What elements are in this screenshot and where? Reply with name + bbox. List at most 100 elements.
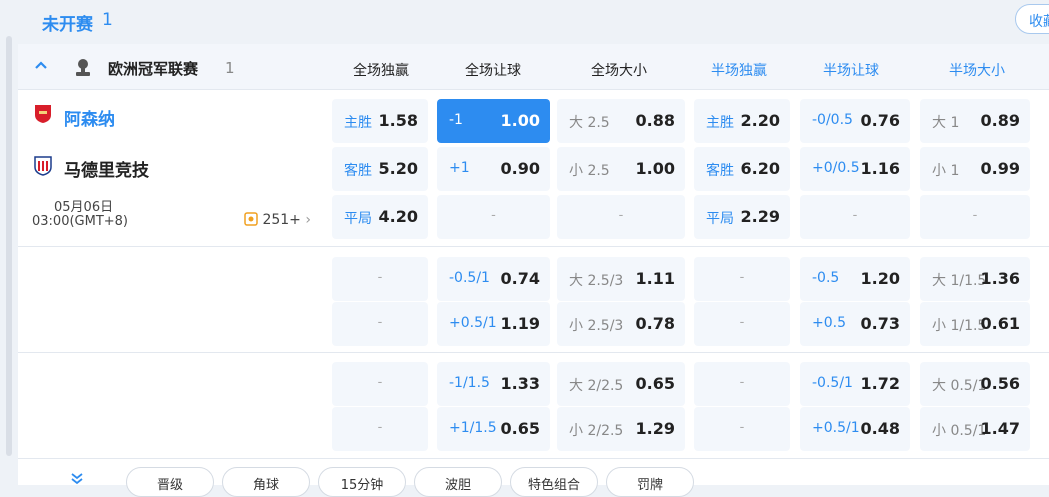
odds-cell-half-ou[interactable]: 小 1 0.99 xyxy=(920,147,1030,191)
col-half-ou: 半场大小 xyxy=(949,63,1005,79)
odds-cell-half-ou[interactable]: 大 1/1.5 1.36 xyxy=(920,257,1030,301)
odds-empty: - xyxy=(852,208,858,223)
double-chevron-down-icon[interactable] xyxy=(70,471,84,489)
odds-cell-full-handicap[interactable]: +0.5/1 1.19 xyxy=(437,302,550,346)
odds-label: 客胜 xyxy=(706,163,734,179)
odds-cell-full-handicap[interactable]: -1 1.00 xyxy=(437,99,550,143)
market-tab[interactable]: 特色组合 xyxy=(510,467,598,497)
odds-empty: - xyxy=(739,270,745,285)
market-tab[interactable]: 15分钟 xyxy=(318,467,406,497)
collect-button[interactable]: 收藏 xyxy=(1015,4,1049,34)
odds-cell-half-1x2: - xyxy=(694,407,790,451)
odds-cell-half-handicap[interactable]: +0/0.5 1.16 xyxy=(800,147,910,191)
odds-cell-half-ou[interactable]: 大 1 0.89 xyxy=(920,99,1030,143)
odds-value: 1.20 xyxy=(860,269,900,288)
market-tab[interactable]: 罚牌 xyxy=(606,467,694,497)
odds-cell-half-handicap[interactable]: +0.5 0.73 xyxy=(800,302,910,346)
odds-cell-half-handicap[interactable]: -0.5/1 1.72 xyxy=(800,362,910,406)
section-count: 1 xyxy=(102,10,113,30)
odds-cell-half-1x2[interactable]: 主胜 2.20 xyxy=(694,99,790,143)
odds-cell-full-ou[interactable]: 小 2.5 1.00 xyxy=(557,147,685,191)
odds-value: 1.00 xyxy=(635,159,675,178)
odds-cell-full-ou[interactable]: 大 2.5/3 1.11 xyxy=(557,257,685,301)
odds-cell-full-handicap[interactable]: +1/1.5 0.65 xyxy=(437,407,550,451)
odds-value: 1.33 xyxy=(500,374,540,393)
col-full-ou: 全场大小 xyxy=(591,63,647,79)
odds-value: 1.29 xyxy=(635,419,675,438)
section-header: 未开赛 1 收藏 xyxy=(0,0,1049,44)
odds-label: 小 2.5 xyxy=(569,163,610,179)
odds-cell-half-ou[interactable]: 小 0.5/1 1.47 xyxy=(920,407,1030,451)
odds-label: 小 1/1.5 xyxy=(932,318,987,334)
odds-empty: - xyxy=(377,315,383,330)
odds-value: 0.99 xyxy=(980,159,1020,178)
odds-empty: - xyxy=(618,208,624,223)
odds-label: 大 2/2.5 xyxy=(569,378,624,394)
odds-empty: - xyxy=(972,208,978,223)
odds-cell-full-ou: - xyxy=(557,195,685,239)
market-tab[interactable]: 晋级 xyxy=(126,467,214,497)
odds-cell-half-handicap[interactable]: -0/0.5 0.76 xyxy=(800,99,910,143)
odds-value: 0.78 xyxy=(635,314,675,333)
odds-label: 小 0.5/1 xyxy=(932,423,987,439)
odds-value: 0.90 xyxy=(500,159,540,178)
home-team[interactable]: 阿森纳 xyxy=(64,105,115,130)
odds-value: 0.76 xyxy=(860,111,900,130)
odds-cell-half-handicap[interactable]: -0.5 1.20 xyxy=(800,257,910,301)
away-team[interactable]: 马德里竞技 xyxy=(64,156,149,181)
scrollbar[interactable] xyxy=(6,36,12,456)
chevron-up-icon[interactable] xyxy=(34,58,48,72)
odds-value: 1.36 xyxy=(980,269,1020,288)
market-tab[interactable]: 角球 xyxy=(222,467,310,497)
odds-cell-full-1x2[interactable]: 主胜 1.58 xyxy=(332,99,428,143)
odds-label: 小 1 xyxy=(932,163,960,179)
odds-label: +0/0.5 xyxy=(812,160,860,176)
more-markets-count: 251+ xyxy=(262,212,301,228)
odds-cell-full-1x2[interactable]: 平局 4.20 xyxy=(332,195,428,239)
odds-cell-full-ou[interactable]: 大 2/2.5 0.65 xyxy=(557,362,685,406)
odds-label: 大 2.5 xyxy=(569,115,610,131)
odds-empty: - xyxy=(377,270,383,285)
odds-cell-half-1x2[interactable]: 平局 2.29 xyxy=(694,195,790,239)
odds-cell-full-handicap[interactable]: -1/1.5 1.33 xyxy=(437,362,550,406)
odds-cell-half-handicap[interactable]: +0.5/1 0.48 xyxy=(800,407,910,451)
odds-label: -0.5/1 xyxy=(812,375,853,391)
odds-cell-full-1x2: - xyxy=(332,362,428,406)
odds-cell-half-1x2[interactable]: 客胜 6.20 xyxy=(694,147,790,191)
league-name[interactable]: 欧洲冠军联赛 xyxy=(108,58,198,79)
more-markets-link[interactable]: 251+ › xyxy=(244,212,311,228)
odds-value: 4.20 xyxy=(378,207,418,226)
odds-label: -0.5/1 xyxy=(449,270,490,286)
odds-label: 大 1 xyxy=(932,115,960,131)
odds-cell-full-ou[interactable]: 大 2.5 0.88 xyxy=(557,99,685,143)
odds-label: 大 2.5/3 xyxy=(569,273,624,289)
match-date: 05月06日 xyxy=(54,200,114,215)
odds-value: 0.65 xyxy=(500,419,540,438)
odds-value: 1.19 xyxy=(500,314,540,333)
league-count: 1 xyxy=(225,59,235,77)
odds-value: 0.89 xyxy=(980,111,1020,130)
odds-label: 小 2/2.5 xyxy=(569,423,624,439)
odds-label: 平局 xyxy=(344,211,372,227)
odds-value: 0.56 xyxy=(980,374,1020,393)
odds-cell-full-handicap[interactable]: +1 0.90 xyxy=(437,147,550,191)
odds-label: +1/1.5 xyxy=(449,420,497,436)
odds-cell-full-ou[interactable]: 小 2/2.5 1.29 xyxy=(557,407,685,451)
market-tab[interactable]: 波胆 xyxy=(414,467,502,497)
odds-cell-full-1x2[interactable]: 客胜 5.20 xyxy=(332,147,428,191)
odds-value: 5.20 xyxy=(378,159,418,178)
odds-value: 0.65 xyxy=(635,374,675,393)
odds-value: 0.74 xyxy=(500,269,540,288)
odds-cell-half-1x2: - xyxy=(694,257,790,301)
odds-value: 1.11 xyxy=(635,269,675,288)
odds-label: +0.5 xyxy=(812,315,846,331)
odds-label: +1 xyxy=(449,160,470,176)
col-half-handicap: 半场让球 xyxy=(823,63,879,79)
odds-empty: - xyxy=(739,420,745,435)
odds-cell-half-ou[interactable]: 大 0.5/1 0.56 xyxy=(920,362,1030,406)
odds-label: 主胜 xyxy=(706,115,734,131)
odds-value: 0.73 xyxy=(860,314,900,333)
odds-cell-half-ou[interactable]: 小 1/1.5 0.61 xyxy=(920,302,1030,346)
odds-cell-full-handicap[interactable]: -0.5/1 0.74 xyxy=(437,257,550,301)
odds-cell-full-ou[interactable]: 小 2.5/3 0.78 xyxy=(557,302,685,346)
